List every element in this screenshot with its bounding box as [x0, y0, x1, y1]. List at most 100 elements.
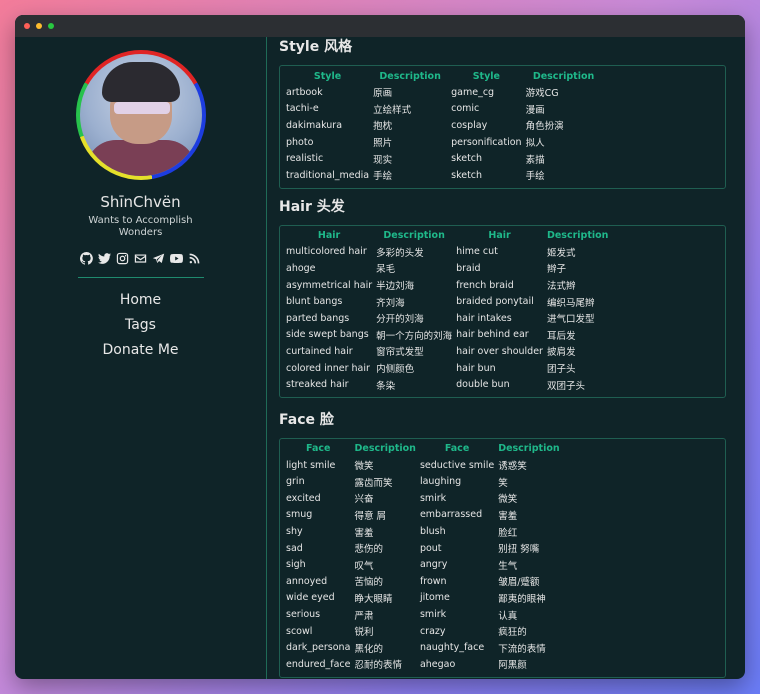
nav-tags[interactable]: Tags [125, 316, 156, 334]
title-bar [15, 15, 745, 37]
table-header-row: Hair Description Hair Description [284, 228, 610, 244]
table-cell: 脸红 [498, 527, 518, 539]
table-cell: streaked hair [286, 379, 349, 391]
nav-home[interactable]: Home [120, 291, 161, 309]
table-cell: 辫子 [546, 264, 566, 276]
table-cell: angry [419, 559, 448, 571]
table-row: realistic 现实 sketch 素描 [284, 150, 604, 167]
table-cell: sketch [451, 153, 483, 165]
table-cell: 编织马尾辫 [546, 297, 595, 309]
table-cell: 笑 [498, 477, 508, 489]
table-cell: 下流的表情 [498, 643, 546, 655]
table-cell: sketch [451, 169, 483, 181]
table-cell: 手绘 [525, 171, 545, 183]
face-section-title: Face 脸 [279, 411, 334, 428]
table-cell: jitome [419, 592, 450, 604]
table-cell: seductive smile [419, 459, 495, 471]
table-cell: smirk [419, 492, 447, 504]
table-header-row: Face Description Face Description [284, 441, 562, 457]
column-header: Style [472, 70, 500, 82]
table-cell: braided ponytail [456, 296, 534, 308]
table-cell: 耳后发 [546, 330, 576, 342]
table-cell: realistic [286, 153, 324, 165]
table-cell: wide eyed [286, 592, 335, 604]
table-cell: crazy [419, 625, 446, 637]
table-cell: 团子头 [546, 364, 576, 376]
column-header: Hair [317, 230, 341, 242]
table-cell: 害羞 [498, 510, 518, 522]
site-name[interactable]: ShīnChvën [100, 193, 180, 211]
column-header: Face [444, 443, 470, 455]
table-cell: 多彩的头发 [376, 247, 424, 259]
table-row: artbook 原画 game_cg 游戏CG [284, 84, 604, 101]
table-cell: 呆毛 [376, 264, 396, 276]
site-subtitle: Wants to Accomplish Wonders [88, 215, 193, 238]
minimize-window-button[interactable] [36, 23, 42, 29]
nav-donate[interactable]: Donate Me [102, 341, 178, 359]
twitter-icon[interactable] [98, 252, 111, 265]
instagram-icon[interactable] [116, 252, 129, 265]
email-icon[interactable] [134, 252, 147, 265]
table-cell: 披肩发 [546, 347, 576, 359]
table-cell: hair over shoulder [456, 345, 543, 357]
table-cell: parted bangs [286, 312, 350, 324]
table-cell: smug [286, 509, 313, 521]
table-cell: serious [286, 609, 321, 621]
table-cell: 皱眉/蹙额 [498, 577, 540, 589]
table-row: blunt bangs 齐刘海 braided ponytail 编织马尾辫 [284, 293, 610, 310]
table-cell: naughty_face [419, 642, 485, 654]
table-cell: 忍耐的表情 [354, 660, 402, 672]
table-cell: 拟人 [525, 138, 545, 150]
main-content: Style 风格 Style Description Style Description… [267, 37, 745, 679]
table-cell: french braid [456, 279, 514, 291]
table-cell: 角色扮演 [525, 121, 564, 133]
table-cell: 漫画 [525, 104, 545, 116]
column-header: Hair [488, 230, 511, 242]
maximize-window-button[interactable] [48, 23, 54, 29]
table-cell: 双团子头 [546, 380, 585, 392]
table-cell: pout [419, 542, 442, 554]
table-row: tachi-e 立绘样式 comic 漫画 [284, 101, 604, 118]
rss-icon[interactable] [188, 252, 201, 265]
table-cell: comic [451, 103, 480, 115]
table-cell: 生气 [498, 560, 518, 572]
style-table: Style Description Style Description artbook 原… [284, 68, 604, 184]
table-cell: 微笑 [354, 461, 374, 473]
hair-table-container: Hair Description Hair Description multicolor… [279, 224, 726, 398]
table-row: annoyed 苦恼的 frown 皱眉/蹙额 [284, 573, 562, 590]
github-icon[interactable] [80, 252, 93, 265]
close-window-button[interactable] [24, 23, 30, 29]
table-cell: excited [286, 492, 321, 504]
table-cell: annoyed [286, 575, 328, 587]
table-cell: hair behind ear [456, 329, 529, 341]
table-cell: 游戏CG [525, 88, 559, 100]
column-header: Style [313, 70, 342, 82]
table-row: sigh 叹气 angry 生气 [284, 556, 562, 573]
table-cell: game_cg [451, 86, 495, 98]
avatar[interactable] [79, 54, 202, 176]
face-table-container: Face Description Face Description light smil… [279, 437, 726, 678]
table-row: endured_face 忍耐的表情 ahegao 阿黑颜 [284, 656, 562, 673]
table-cell: 害羞 [354, 527, 374, 539]
table-cell: shy [286, 526, 303, 538]
youtube-icon[interactable] [170, 252, 183, 265]
table-cell: 齐刘海 [376, 297, 405, 309]
table-row: colored inner hair 内侧颜色 hair bun 团子头 [284, 360, 610, 377]
table-row: ahoge 呆毛 braid 辫子 [284, 260, 610, 277]
table-cell: hair intakes [456, 312, 512, 324]
table-row: wide eyed 睁大眼睛 jitome 鄙夷的眼神 [284, 590, 562, 607]
table-cell: 微笑 [498, 494, 518, 506]
telegram-icon[interactable] [152, 252, 165, 265]
column-header: Description [546, 230, 609, 242]
table-cell: 素描 [525, 154, 545, 166]
table-cell: asymmetrical hair [286, 279, 373, 291]
table-cell: traditional_media [286, 169, 370, 181]
table-cell: 锐利 [354, 627, 374, 639]
column-header: Description [383, 230, 445, 242]
table-cell: endured_face [286, 658, 351, 670]
table-row: multicolored hair 多彩的头发 hime cut 姬发式 [284, 244, 610, 261]
hair-section: Hair 头发 Hair Description Hair Description mul… [279, 197, 745, 398]
browser-window: ShīnChvën Wants to Accomplish Wonders Ho… [15, 15, 745, 679]
table-cell: 疯狂的 [498, 627, 527, 639]
table-cell: blunt bangs [286, 296, 343, 308]
